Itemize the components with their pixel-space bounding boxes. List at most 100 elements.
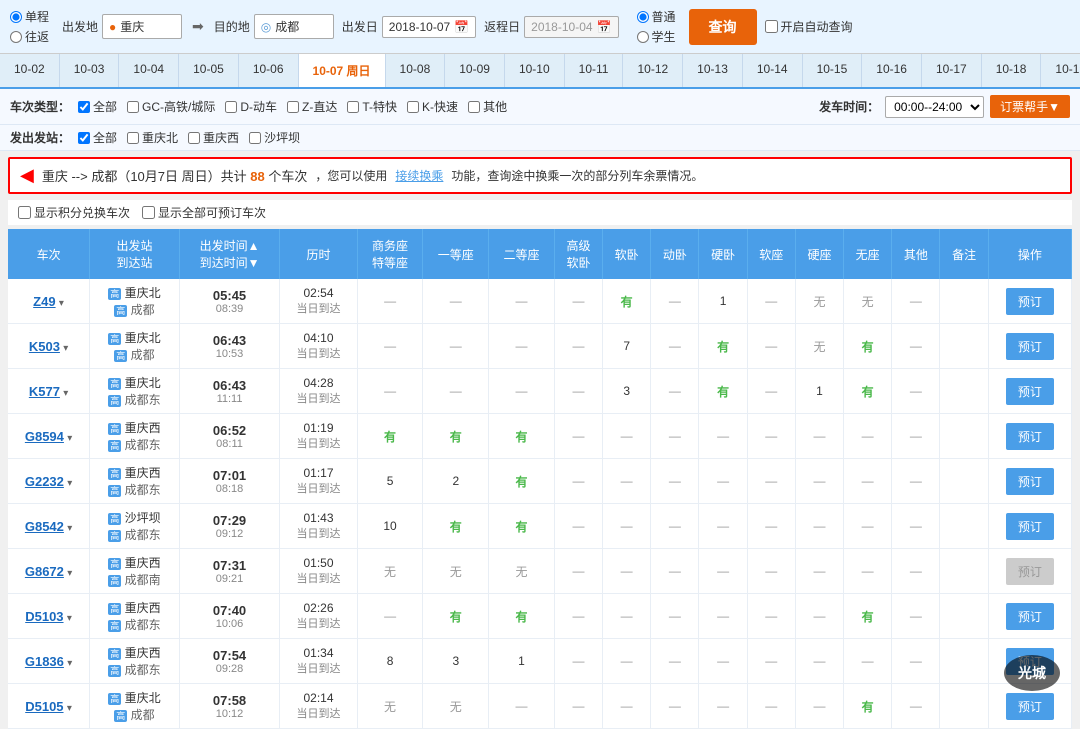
date-tab[interactable]: 10-11 (565, 54, 624, 87)
train-expand-arrow[interactable]: ▾ (67, 613, 72, 624)
to-input[interactable]: ◎ 成都 (254, 14, 334, 39)
train-expand-arrow[interactable]: ▾ (67, 478, 72, 489)
normal-ticket-radio[interactable] (637, 11, 649, 23)
date-tab[interactable]: 10-07 周日 (299, 54, 386, 89)
round-trip-radio[interactable] (10, 31, 22, 43)
date-tab[interactable]: 10-08 (386, 54, 446, 87)
train-expand-arrow[interactable]: ▾ (67, 568, 72, 579)
search-button[interactable]: 查询 (689, 9, 757, 45)
train-no-link[interactable]: G8672 (25, 564, 64, 579)
station-filter-checkbox[interactable] (249, 132, 261, 144)
station-filter-item[interactable]: 重庆北 (127, 129, 178, 146)
book-button[interactable]: 预订 (1006, 378, 1054, 405)
type-filter-checkbox[interactable] (287, 101, 299, 113)
type-filter-item[interactable]: D-动车 (225, 98, 277, 115)
normal-ticket-option[interactable]: 普通 (637, 8, 676, 25)
seat-cell-9: 有 (844, 369, 892, 414)
type-filter-checkbox[interactable] (225, 101, 237, 113)
train-no-link[interactable]: G1836 (25, 654, 64, 669)
round-trip-option[interactable]: 往返 (10, 28, 49, 45)
auto-query-option[interactable]: 开启自动查询 (765, 18, 853, 35)
option-checkbox[interactable] (142, 206, 155, 219)
duration-cell: 02:14 当日到达 (280, 684, 357, 729)
option-item[interactable]: 显示积分兑换车次 (18, 204, 130, 221)
option-checkbox[interactable] (18, 206, 31, 219)
date-tab[interactable]: 10-02 (0, 54, 60, 87)
station-filter-checkbox[interactable] (188, 132, 200, 144)
dep-date-input[interactable]: 2018-10-07 📅 (382, 16, 476, 38)
date-tab[interactable]: 10-19 (1041, 54, 1080, 87)
seat-cell-6: — (699, 549, 747, 594)
single-trip-radio[interactable] (10, 11, 22, 23)
type-filter-checkbox[interactable] (78, 101, 90, 113)
type-filter-checkbox[interactable] (347, 101, 359, 113)
train-no-link[interactable]: D5103 (25, 609, 63, 624)
type-filter-checkbox[interactable] (468, 101, 480, 113)
type-filter-item[interactable]: Z-直达 (287, 98, 337, 115)
date-tab[interactable]: 10-17 (922, 54, 982, 87)
type-filter-item[interactable]: K-快速 (407, 98, 458, 115)
date-tab[interactable]: 10-12 (623, 54, 683, 87)
train-expand-arrow[interactable]: ▾ (67, 658, 72, 669)
date-tab[interactable]: 10-13 (683, 54, 743, 87)
book-button[interactable]: 预订 (1006, 468, 1054, 495)
table-header-cell: 其他 (892, 229, 940, 279)
transfer-link[interactable]: 接续换乘 (395, 167, 443, 184)
train-expand-arrow[interactable]: ▾ (63, 343, 68, 354)
auto-query-checkbox[interactable] (765, 20, 778, 33)
book-button[interactable]: 预订 (1006, 693, 1054, 720)
type-filter-item[interactable]: 全部 (78, 98, 117, 115)
time-select[interactable]: 00:00--24:00 (885, 96, 984, 118)
student-ticket-option[interactable]: 学生 (637, 28, 676, 45)
type-filter-checkbox[interactable] (127, 101, 139, 113)
type-filter-item[interactable]: T-特快 (347, 98, 397, 115)
train-no-link[interactable]: D5105 (25, 699, 63, 714)
date-tab[interactable]: 10-05 (179, 54, 239, 87)
seat-cell-10: — (892, 639, 940, 684)
book-button[interactable]: 预订 (1006, 423, 1054, 450)
train-no-link[interactable]: G8594 (25, 429, 64, 444)
train-expand-arrow[interactable]: ▾ (67, 523, 72, 534)
book-button[interactable]: 预订 (1006, 603, 1054, 630)
station-filter-checkbox[interactable] (127, 132, 139, 144)
table-header-cell: 硬卧 (699, 229, 747, 279)
station-filter-item[interactable]: 沙坪坝 (249, 129, 300, 146)
date-tab[interactable]: 10-09 (445, 54, 505, 87)
date-tab[interactable]: 10-04 (119, 54, 179, 87)
train-expand-arrow[interactable]: ▾ (63, 388, 68, 399)
station-filter-checkbox[interactable] (78, 132, 90, 144)
date-tab[interactable]: 10-03 (60, 54, 120, 87)
book-button[interactable]: 预订 (1006, 513, 1054, 540)
option-item[interactable]: 显示全部可预订车次 (142, 204, 266, 221)
date-tab[interactable]: 10-16 (862, 54, 922, 87)
train-expand-arrow[interactable]: ▾ (67, 703, 72, 714)
from-input[interactable]: ● 重庆 (102, 14, 182, 39)
train-no-link[interactable]: K503 (29, 339, 60, 354)
station-filter-item[interactable]: 全部 (78, 129, 117, 146)
train-no-link[interactable]: G8542 (25, 519, 64, 534)
type-filter-item[interactable]: 其他 (468, 98, 507, 115)
student-ticket-radio[interactable] (637, 31, 649, 43)
type-filter-checkbox[interactable] (407, 101, 419, 113)
dep-station-icon: 高 (108, 648, 121, 660)
date-tab[interactable]: 10-18 (982, 54, 1042, 87)
train-no-link[interactable]: Z49 (33, 294, 55, 309)
type-filter-item[interactable]: GC-高铁/城际 (127, 98, 215, 115)
date-tab[interactable]: 10-10 (505, 54, 565, 87)
seat-cell-5: — (651, 549, 699, 594)
duration-cell: 04:10 当日到达 (280, 324, 357, 369)
book-button[interactable]: 预订 (1006, 333, 1054, 360)
date-tab[interactable]: 10-06 (239, 54, 299, 87)
ret-date-input[interactable]: 2018-10-04 📅 (524, 16, 618, 38)
train-no-link[interactable]: K577 (29, 384, 60, 399)
help-button[interactable]: 订票帮手▼ (990, 95, 1070, 118)
train-expand-arrow[interactable]: ▾ (67, 433, 72, 444)
single-trip-option[interactable]: 单程 (10, 8, 49, 25)
train-expand-arrow[interactable]: ▾ (59, 298, 64, 309)
book-button[interactable]: 预订 (1006, 288, 1054, 315)
date-tab[interactable]: 10-14 (743, 54, 803, 87)
table-header-cell: 操作 (988, 229, 1071, 279)
train-no-link[interactable]: G2232 (25, 474, 64, 489)
station-filter-item[interactable]: 重庆西 (188, 129, 239, 146)
date-tab[interactable]: 10-15 (803, 54, 863, 87)
